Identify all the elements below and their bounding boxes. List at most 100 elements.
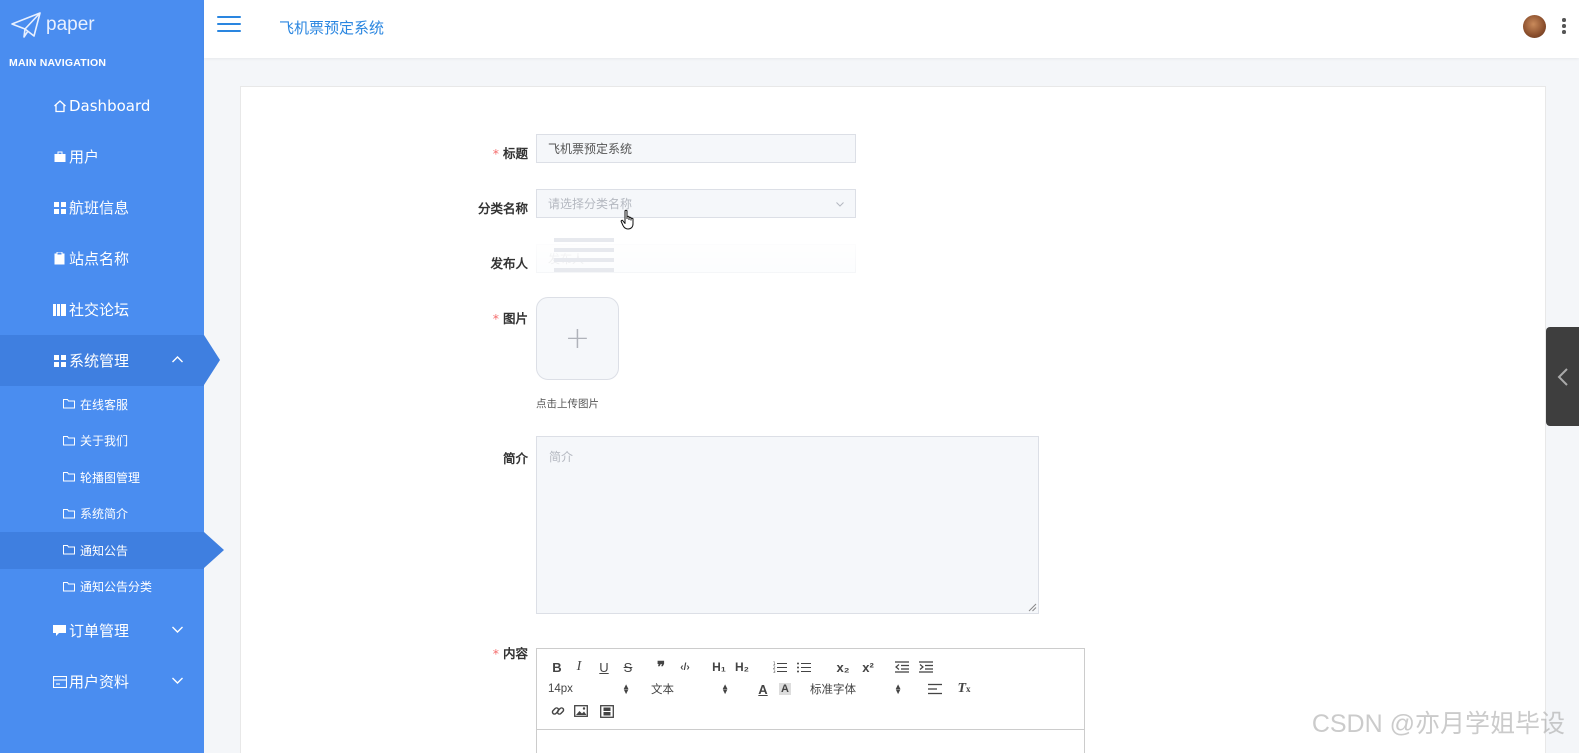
image-upload-button[interactable]: +	[536, 297, 619, 380]
sidebar-item-flights[interactable]: 航班信息	[0, 182, 204, 233]
sidebar-item-orders[interactable]: 订单管理	[0, 605, 204, 656]
strikethrough-icon[interactable]: S	[616, 657, 640, 677]
sidebar-item-user-profile[interactable]: 用户资料	[0, 656, 204, 707]
menu-toggle-icon[interactable]	[217, 16, 241, 36]
grid-icon	[52, 353, 67, 368]
upload-hint: 点击上传图片	[536, 398, 599, 410]
briefcase-icon	[52, 149, 67, 164]
plus-icon: +	[564, 321, 591, 356]
link-icon[interactable]	[548, 701, 568, 721]
sidebar-subitem-label: 通知公告分类	[80, 580, 153, 595]
editor-toolbar-row-1: B I U S ❞ ‹/› H₁ H₂ 123 x₂ x²	[537, 656, 1084, 678]
resize-handle-icon[interactable]	[1028, 603, 1037, 612]
rich-text-editor: B I U S ❞ ‹/› H₁ H₂ 123 x₂ x² 14px ▲ ▼ 文…	[536, 648, 1085, 753]
sidebar-subitem-label: 轮播图管理	[80, 470, 141, 485]
hand-cursor-icon	[620, 209, 634, 230]
sidebar-item-dashboard[interactable]: Dashboard	[0, 80, 204, 131]
sidebar-item-forum[interactable]: 社交论坛	[0, 284, 204, 335]
outdent-icon[interactable]	[880, 657, 914, 677]
header-select[interactable]: 文本 ▲ ▼	[651, 679, 729, 699]
header-2-icon[interactable]: H₂	[728, 657, 756, 677]
background-color-icon[interactable]: A	[774, 679, 796, 699]
content-label: * 内容	[492, 646, 528, 661]
sidebar-subitem-carousel[interactable]: 轮播图管理	[0, 459, 204, 496]
video-icon[interactable]	[594, 701, 620, 721]
svg-text:3: 3	[773, 669, 776, 673]
image-label: * 图片	[492, 311, 528, 326]
topbar: 飞机票预定系统	[204, 0, 1579, 58]
image-icon[interactable]	[568, 701, 594, 721]
font-family-select[interactable]: 标准字体 ▲ ▼	[810, 679, 902, 699]
chevron-left-icon	[1557, 367, 1568, 386]
folder-icon	[63, 398, 75, 410]
intro-textarea[interactable]: 简介	[536, 436, 1039, 614]
side-panel-toggle[interactable]	[1546, 327, 1579, 426]
sidebar-item-label: 社交论坛	[69, 301, 130, 319]
editor-content-area[interactable]	[537, 729, 1084, 753]
paper-plane-icon	[11, 12, 41, 38]
publisher-input[interactable]: 发布人	[536, 244, 856, 273]
card-icon	[52, 674, 67, 689]
sidebar-item-users[interactable]: 用户	[0, 131, 204, 182]
sidebar-subitem-label: 通知公告	[80, 543, 129, 558]
code-block-icon[interactable]: ‹/›	[670, 657, 700, 677]
folder-icon	[63, 581, 75, 593]
logo-text: paper	[46, 14, 95, 35]
folder-icon	[63, 435, 75, 447]
subscript-icon[interactable]: x₂	[816, 657, 856, 677]
folder-icon	[63, 544, 75, 556]
blockquote-icon[interactable]: ❞	[640, 657, 670, 677]
font-size-select[interactable]: 14px ▲ ▼	[548, 679, 630, 699]
sidebar-subitem-label: 在线客服	[80, 397, 129, 412]
sidebar-subitem-notice[interactable]: 通知公告	[0, 532, 224, 569]
sidebar-subitem-label: 系统简介	[80, 507, 129, 522]
clipboard-icon	[52, 251, 67, 266]
sidebar-subitem-system-intro[interactable]: 系统简介	[0, 496, 204, 533]
nav-header: MAIN NAVIGATION	[9, 57, 107, 69]
form-card: * 标题 飞机票预定系统 分类名称 请选择分类名称 发布人 发布人 * 图片 + 点…	[240, 86, 1546, 753]
sidebar-item-system[interactable]: 系统管理	[0, 335, 220, 386]
chevron-up-icon	[172, 356, 183, 363]
sidebar: paper MAIN NAVIGATION Dashboard 用户 航班信息 …	[0, 0, 224, 753]
sidebar-subitem-online-service[interactable]: 在线客服	[0, 386, 204, 423]
ordered-list-icon[interactable]: 123	[756, 657, 792, 677]
select-updown-icon: ▲ ▼	[721, 682, 729, 696]
grid-icon	[52, 200, 67, 215]
sidebar-item-label: 订单管理	[69, 622, 130, 640]
bullet-list-icon[interactable]	[792, 657, 816, 677]
sidebar-item-label: 用户	[69, 148, 100, 166]
font-color-icon[interactable]: A	[752, 679, 774, 699]
logo[interactable]: paper	[0, 0, 204, 50]
more-vertical-icon[interactable]	[1561, 18, 1567, 36]
indent-icon[interactable]	[914, 657, 938, 677]
sidebar-item-label: 用户资料	[69, 673, 130, 691]
align-left-icon[interactable]	[918, 679, 952, 699]
select-updown-icon: ▲ ▼	[894, 682, 902, 696]
sidebar-subitem-notice-category[interactable]: 通知公告分类	[0, 569, 204, 606]
intro-label: 简介	[502, 451, 528, 466]
publisher-label: 发布人	[490, 256, 528, 271]
bold-icon[interactable]: B	[548, 657, 566, 677]
chevron-down-icon	[172, 677, 183, 684]
header-1-icon[interactable]: H₁	[700, 657, 728, 677]
watermark: CSDN @亦月学姐毕设	[1311, 710, 1565, 738]
avatar[interactable]	[1523, 15, 1546, 38]
sidebar-subitem-about[interactable]: 关于我们	[0, 423, 204, 460]
sidebar-item-stations[interactable]: 站点名称	[0, 233, 204, 284]
folder-icon	[63, 471, 75, 483]
category-select[interactable]: 请选择分类名称	[536, 189, 856, 218]
title-label: * 标题	[492, 146, 528, 161]
book-icon	[52, 302, 67, 317]
italic-icon[interactable]: I	[566, 657, 592, 677]
underline-icon[interactable]: U	[592, 657, 616, 677]
app-title: 飞机票预定系统	[279, 19, 385, 37]
sidebar-item-label: Dashboard	[69, 96, 151, 115]
clear-format-icon[interactable]: Tx	[952, 679, 976, 699]
superscript-icon[interactable]: x²	[856, 657, 880, 677]
category-label: 分类名称	[477, 201, 528, 216]
sidebar-item-label: 站点名称	[69, 250, 130, 268]
sidebar-item-label: 航班信息	[69, 199, 130, 217]
sidebar-item-label: 系统管理	[69, 352, 130, 370]
title-input[interactable]: 飞机票预定系统	[536, 134, 856, 163]
sidebar-subitem-label: 关于我们	[80, 434, 129, 449]
